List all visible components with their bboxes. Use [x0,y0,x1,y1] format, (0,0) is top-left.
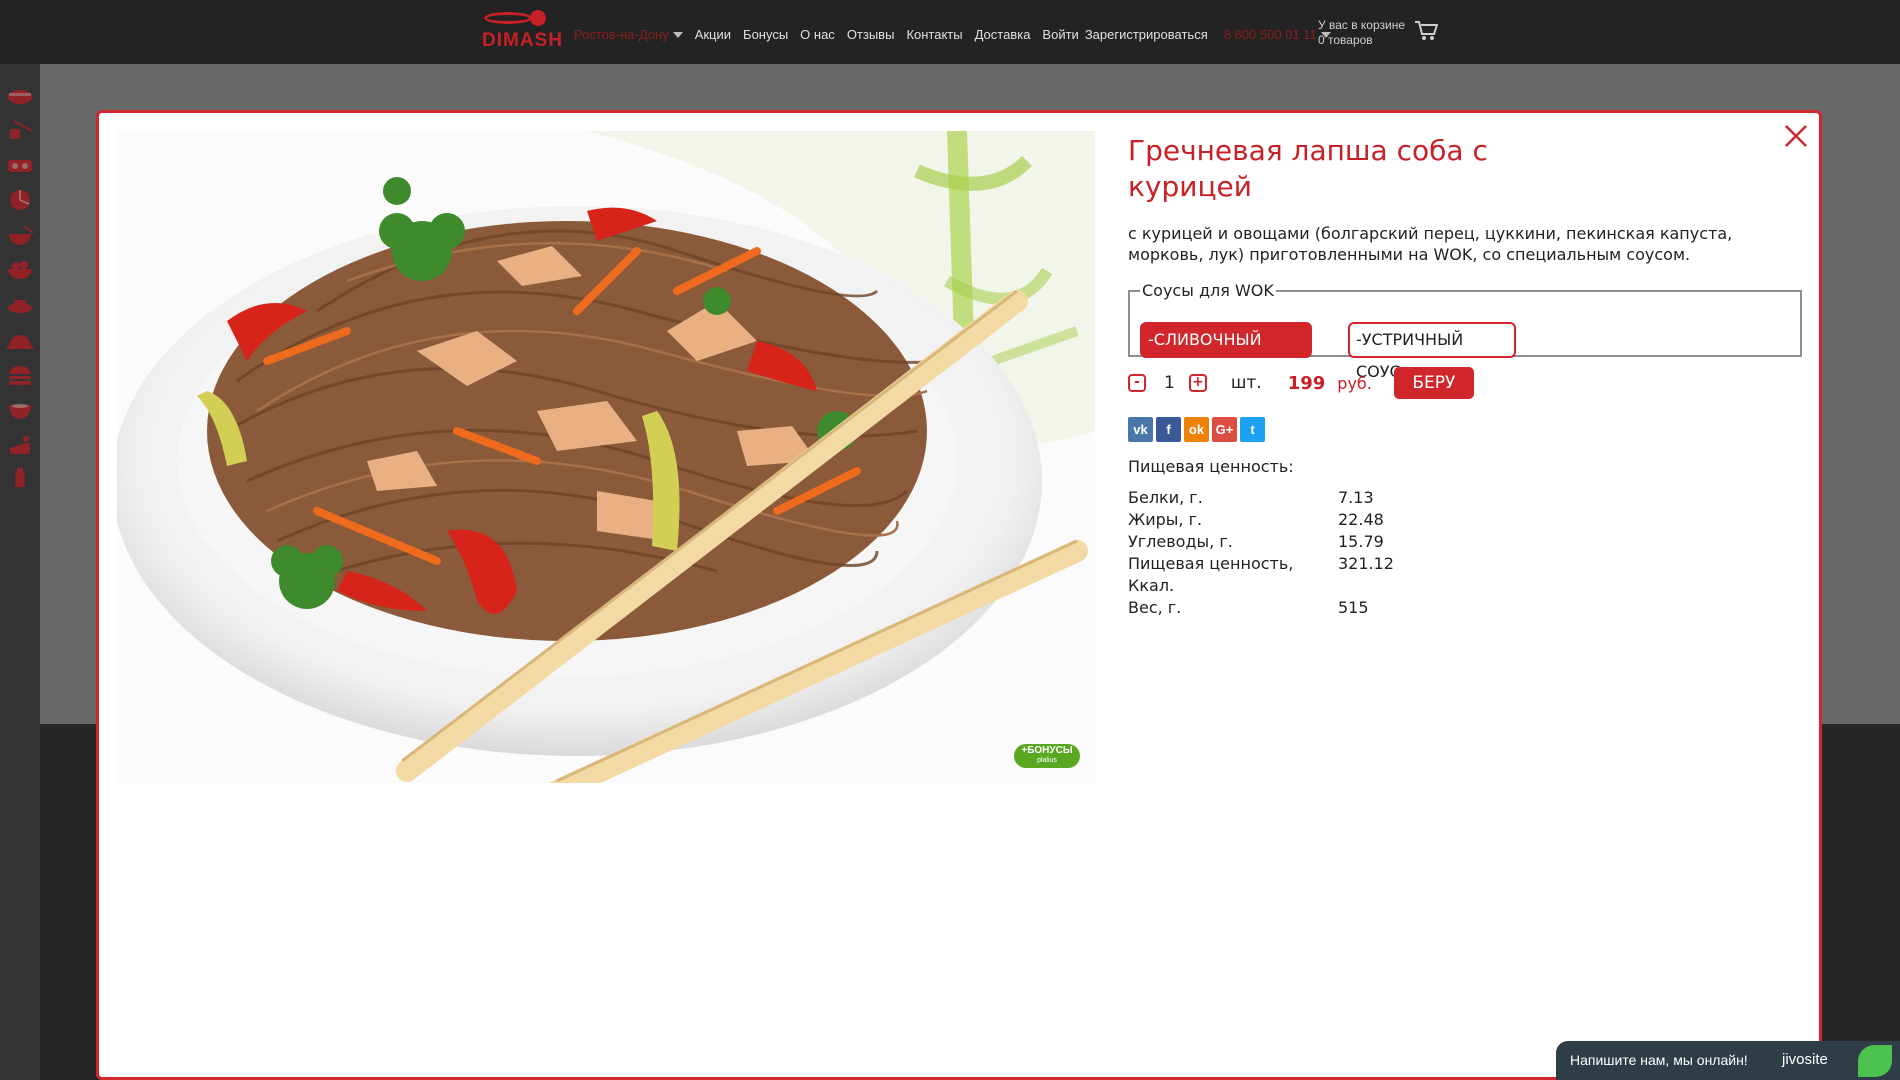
add-to-cart-button[interactable]: БЕРУ [1393,367,1474,399]
chevron-down-icon [672,32,683,39]
twitter-icon[interactable]: t [1240,417,1265,442]
nav-link-bonuses[interactable]: Бонусы [743,27,788,42]
cart-summary[interactable]: У вас в корзине 0 товаров [1318,18,1405,48]
jivosite-leaf-icon [1858,1045,1892,1077]
nutrition-row: Углеводы, г. 15.79 [1128,531,1394,553]
close-icon[interactable] [1783,123,1809,149]
nutrition-row: Белки, г. 7.13 [1128,487,1394,509]
nutrition-row: Вес, г. 515 [1128,597,1394,619]
logo-chopsticks-mark [484,12,532,24]
nutrition-title: Пищевая ценность: [1128,457,1294,476]
nutrition-value: 321.12 [1338,554,1394,573]
odnoklassniki-icon[interactable]: ok [1184,417,1209,442]
product-price: 199 [1287,372,1326,394]
product-modal: +БОНУСЫ plalius Гречневая лапша соба с к… [96,110,1822,1080]
logo-dot [530,10,546,26]
facebook-icon[interactable]: f [1156,417,1181,442]
cart-count: 0 товаров [1318,33,1373,47]
nutrition-label: Пищевая ценность, Ккал. [1128,554,1294,595]
vk-icon[interactable]: vk [1128,417,1153,442]
nav-link-promotions[interactable]: Акции [695,27,731,42]
nutrition-label: Жиры, г. [1128,510,1203,529]
city-label: Ростов-на-Дону [574,26,669,42]
price-currency: руб. [1337,373,1372,393]
increase-quantity-button[interactable]: + [1188,374,1207,392]
chat-widget[interactable]: Напишите нам, мы онлайн! jivosite [1556,1041,1900,1080]
cart-label: У вас в корзине [1318,18,1406,32]
nutrition-row: Пищевая ценность, Ккал. 321.12 [1128,553,1394,597]
googleplus-icon[interactable]: G+ [1212,417,1237,442]
nutrition-value: 15.79 [1338,532,1384,551]
main-nav: Ростов-на-Дону Акции Бонусы О нас Отзывы… [574,24,1343,44]
product-description: с курицей и овощами (болгарский перец, ц… [1128,224,1733,264]
nav-link-reviews[interactable]: Отзывы [847,27,895,42]
chat-brand: jivosite [1782,1051,1828,1068]
cart-icon[interactable] [1414,20,1438,42]
nutrition-value: 7.13 [1338,488,1374,507]
social-share: vk f ok G+ t [1128,417,1268,442]
logo-text: DIMASH [482,30,563,51]
phone-selector[interactable]: 8 800 500 01 11 [1224,27,1331,42]
modal-backdrop[interactable]: +БОНУСЫ plalius Гречневая лапша соба с к… [0,64,1900,1080]
nutrition-label: Белки, г. [1128,488,1203,507]
top-header: DIMASH Ростов-на-Дону Акции Бонусы О нас… [0,0,1900,64]
register-link[interactable]: Зарегистрироваться [1085,27,1208,42]
site-logo[interactable]: DIMASH [478,8,562,52]
quantity-unit: шт. [1230,373,1262,393]
product-photo [117,131,1095,783]
city-selector[interactable]: Ростов-на-Дону [574,27,683,42]
nutrition-value: 22.48 [1338,510,1384,529]
nutrition-label: Углеводы, г. [1128,532,1233,551]
nav-link-contacts[interactable]: Контакты [906,27,962,42]
sauce-legend: Соусы для WOK [1142,281,1274,300]
phone-number: 8 800 500 01 11 [1223,26,1317,42]
product-title: Гречневая лапша соба с курицей [1128,134,1488,203]
decrease-quantity-button[interactable]: - [1128,374,1146,392]
nav-link-delivery[interactable]: Доставка [975,27,1031,42]
bonus-badge: +БОНУСЫ plalius [1014,744,1080,768]
nutrition-label: Вес, г. [1128,598,1182,617]
nutrition-row: Жиры, г. 22.48 [1128,509,1394,531]
nav-link-about[interactable]: О нас [800,27,835,42]
sauce-option-oyster[interactable]: -УСТРИЧНЫЙ СОУС [1348,322,1516,381]
login-link[interactable]: Войти [1042,27,1078,42]
sauce-options: Соусы для WOK -СЛИВОЧНЫЙ СОУС -УСТРИЧНЫЙ… [1128,281,1802,381]
sauce-option-creamy[interactable]: -СЛИВОЧНЫЙ СОУС [1140,322,1312,381]
bonus-badge-label: +БОНУСЫ [1021,745,1073,756]
quantity-value[interactable]: 1 [1164,373,1175,393]
purchase-row: - 1 + шт. 199 руб. БЕРУ [1128,367,1474,399]
chat-prompt: Напишите нам, мы онлайн! [1570,1052,1748,1068]
nutrition-value: 515 [1338,598,1369,617]
bonus-badge-sub: plalius [1037,757,1057,764]
nutrition-table: Белки, г. 7.13 Жиры, г. 22.48 Углеводы, г.… [1128,487,1394,619]
